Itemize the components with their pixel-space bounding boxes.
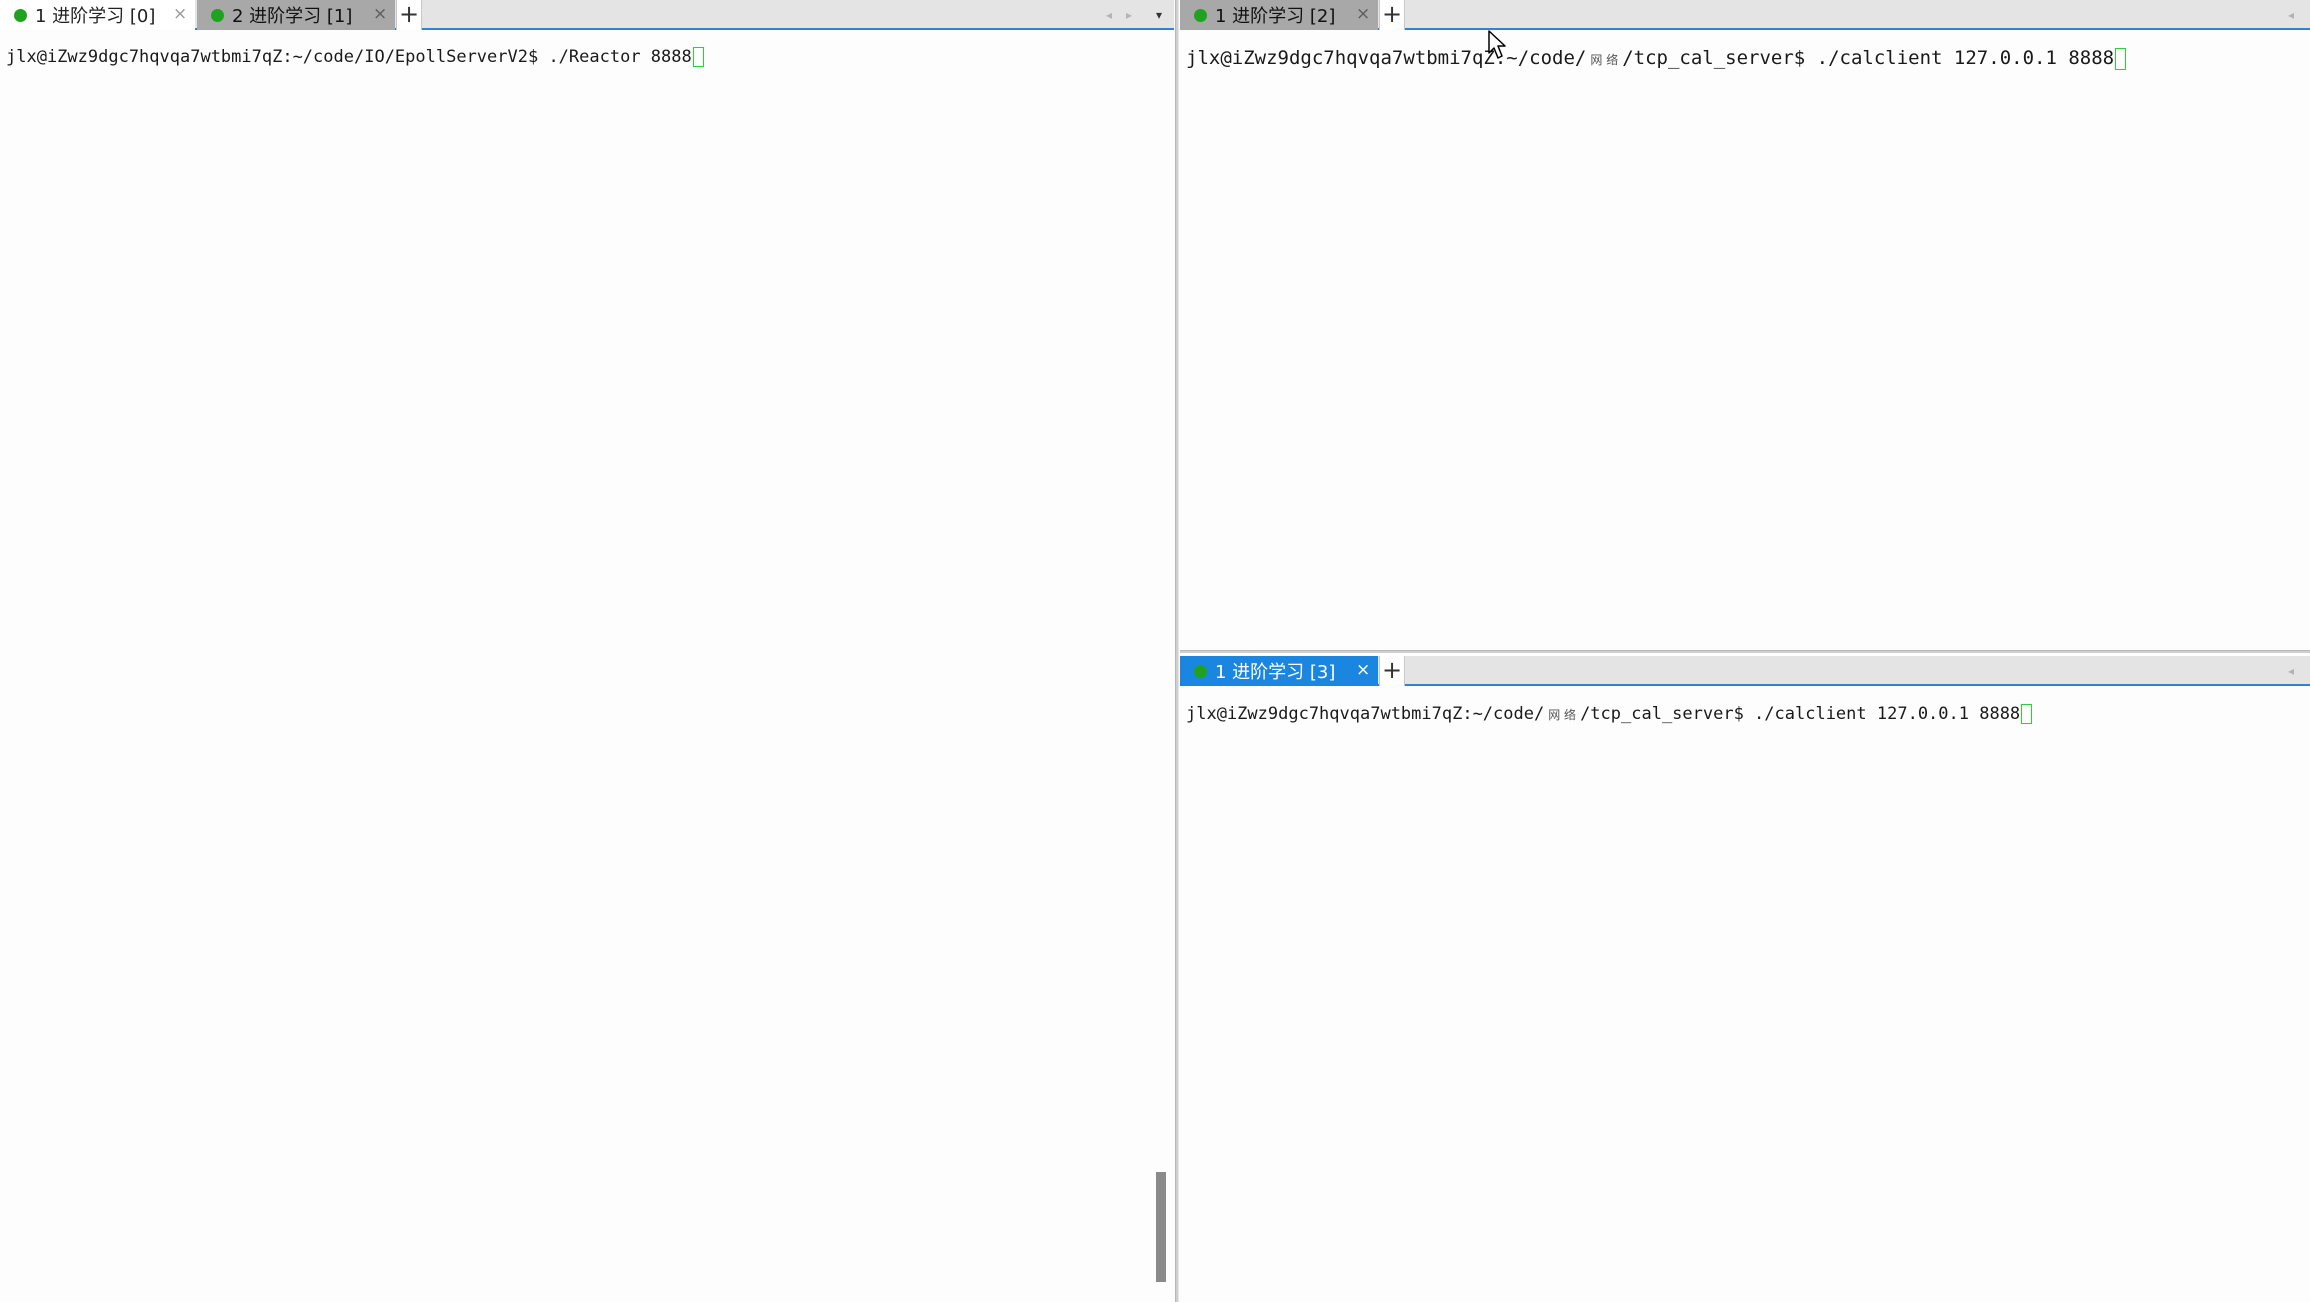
tab-session-3[interactable]: 1 进阶学习 [3] × [1180,656,1378,686]
terminal-app-window: 1 进阶学习 [0] × 2 进阶学习 [1] × + ◂ ▸ ▾ jlx@iZ… [0,0,2310,1302]
tab-label: 1 进阶学习 [2] [1215,6,1336,27]
terminal-cursor [2115,47,2127,70]
terminal-output[interactable]: jlx@iZwz9dgc7hqvqa7wtbmi7qZ:~/code/网 络/t… [1180,32,2310,650]
close-tab-icon[interactable]: × [1356,659,1370,681]
garbled-directory-name: 网 络 [1590,53,1619,67]
terminal-output[interactable]: jlx@iZwz9dgc7hqvqa7wtbmi7qZ:~/code/IO/Ep… [0,32,1174,1302]
close-tab-icon[interactable]: × [1356,3,1370,25]
tab-list-dropdown-icon[interactable]: ▾ [1156,0,1162,30]
connected-status-icon [14,8,27,22]
terminal-line-command: /tcp_cal_server$ ./calclient 127.0.0.1 8… [1580,704,2021,724]
tab-session-1[interactable]: 2 进阶学习 [1] × [197,0,395,30]
terminal-output[interactable]: jlx@iZwz9dgc7hqvqa7wtbmi7qZ:~/code/网 络/t… [1180,688,2310,1302]
add-tab-button[interactable]: + [1379,656,1405,686]
terminal-scrollbar[interactable] [1156,1172,1166,1282]
scroll-tabs-right-icon[interactable]: ▸ [1126,0,1132,30]
right-bottom-tab-bar: 1 进阶学习 [3] × + ◂ [1180,656,2310,686]
connected-status-icon [1194,8,1207,22]
terminal-line: jlx@iZwz9dgc7hqvqa7wtbmi7qZ:~/code/IO/Ep… [6,47,692,67]
close-tab-icon[interactable]: × [173,3,187,25]
tab-session-0[interactable]: 1 进阶学习 [0] × [0,0,195,30]
terminal-cursor [2021,704,2033,724]
connected-status-icon [211,8,224,22]
scroll-tabs-left-icon[interactable]: ◂ [1106,0,1112,30]
terminal-line-path: jlx@iZwz9dgc7hqvqa7wtbmi7qZ:~/code/ [1186,704,1545,724]
terminal-line-path: jlx@iZwz9dgc7hqvqa7wtbmi7qZ:~/code/ [1186,47,1587,69]
mouse-pointer-icon [1488,30,1506,59]
pane-splitter-horizontal[interactable] [1180,650,2310,653]
add-tab-button[interactable]: + [1379,0,1405,30]
connected-status-icon [1194,664,1207,678]
close-tab-icon[interactable]: × [373,3,387,25]
tab-label: 1 进阶学习 [3] [1215,662,1336,683]
add-tab-button[interactable]: + [396,0,422,30]
terminal-line-command: /tcp_cal_server$ ./calclient 127.0.0.1 8… [1622,47,2115,69]
right-bottom-pane: 1 进阶学习 [3] × + ◂ jlx@iZwz9dgc7hqvqa7wtbm… [1180,656,2310,1302]
pane-splitter-vertical[interactable] [1175,0,1179,1302]
tab-session-2[interactable]: 1 进阶学习 [2] × [1180,0,1378,30]
garbled-directory-name: 网 络 [1548,708,1577,722]
scroll-tabs-left-icon[interactable]: ◂ [2288,0,2294,30]
scroll-tabs-left-icon[interactable]: ◂ [2288,656,2294,686]
terminal-cursor [692,47,704,67]
tab-label: 1 进阶学习 [0] [35,6,156,27]
right-top-pane: 1 进阶学习 [2] × + ◂ jlx@iZwz9dgc7hqvqa7wtbm… [1180,0,2310,650]
left-tab-bar: 1 进阶学习 [0] × 2 进阶学习 [1] × + ◂ ▸ ▾ [0,0,1174,30]
tab-label: 2 进阶学习 [1] [232,6,353,27]
left-pane: 1 进阶学习 [0] × 2 进阶学习 [1] × + ◂ ▸ ▾ jlx@iZ… [0,0,1174,1302]
right-top-tab-bar: 1 进阶学习 [2] × + ◂ [1180,0,2310,30]
